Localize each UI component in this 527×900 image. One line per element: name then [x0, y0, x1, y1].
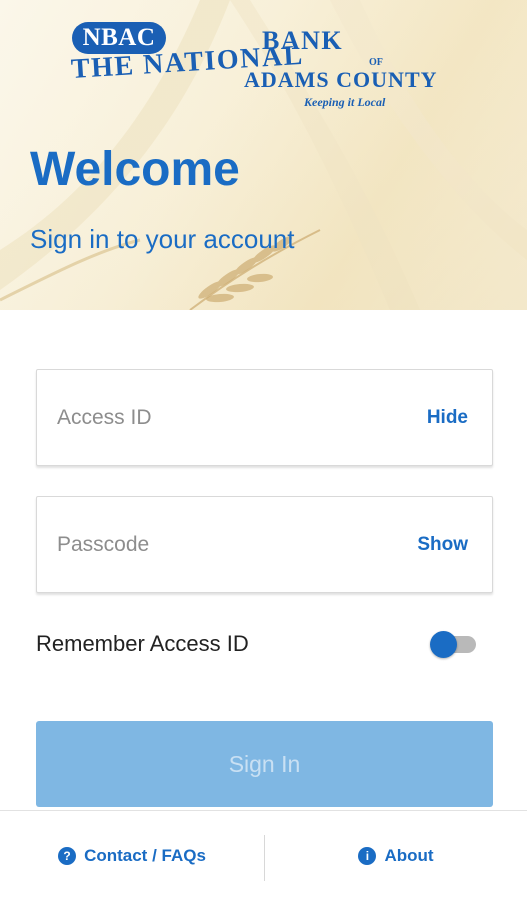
passcode-field: Show	[36, 496, 493, 593]
access-id-field: Hide	[36, 369, 493, 466]
remember-access-id-label: Remember Access ID	[36, 631, 249, 656]
question-circle-icon: ?	[58, 847, 77, 865]
about-label: About	[384, 846, 434, 865]
contact-faqs-link[interactable]: ? Contact / FAQs	[0, 811, 264, 900]
sign-in-button[interactable]: Sign In	[36, 721, 493, 807]
page-title: Welcome	[30, 143, 240, 196]
logo-name-line2: ADAMS COUNTY	[244, 67, 438, 92]
access-id-hide-button[interactable]: Hide	[427, 370, 468, 465]
logo-name-bank: BANK	[262, 26, 344, 55]
remember-access-id-toggle[interactable]	[428, 630, 478, 658]
logo-tagline: Keeping it Local	[304, 95, 386, 109]
contact-faqs-label: Contact / FAQs	[84, 846, 206, 865]
hero-banner: NBAC THE NATIONAL BANK OF ADAMS COUNTY K…	[0, 0, 527, 310]
passcode-show-button[interactable]: Show	[417, 497, 468, 592]
footer-bar: ? Contact / FAQs i About	[0, 810, 527, 900]
passcode-input[interactable]	[57, 497, 397, 592]
about-link[interactable]: i About	[265, 811, 527, 900]
bank-logo: NBAC THE NATIONAL BANK OF ADAMS COUNTY K…	[70, 22, 472, 112]
page-subtitle: Sign in to your account	[30, 224, 295, 254]
toggle-knob	[430, 631, 457, 658]
info-circle-icon: i	[358, 847, 377, 865]
access-id-input[interactable]	[57, 370, 397, 465]
